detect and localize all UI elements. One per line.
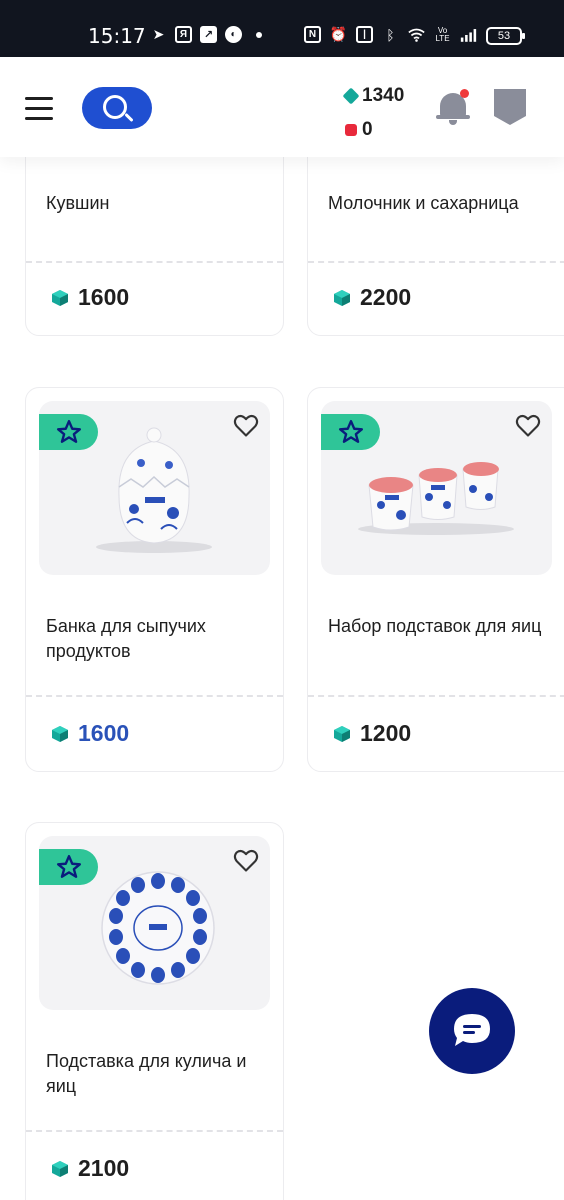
alarm-icon: ⏰ — [329, 26, 348, 42]
product-price: 1600 — [52, 284, 129, 311]
search-button[interactable] — [82, 87, 152, 129]
gem-icon — [342, 87, 360, 105]
card-divider — [308, 695, 564, 697]
arrow-app-icon: ↗ — [200, 26, 217, 43]
bluetooth-icon: ᛒ — [386, 26, 395, 43]
product-image — [39, 401, 270, 575]
hamburger-icon — [25, 97, 53, 100]
gem-icon — [52, 725, 68, 742]
chat-button[interactable] — [429, 988, 515, 1074]
notifications-button[interactable] — [436, 89, 472, 129]
ruby-balance-value: 0 — [362, 119, 373, 140]
signal-icon — [460, 26, 477, 43]
gem-balance-value: 1340 — [362, 85, 405, 106]
nfc-icon: N — [304, 26, 321, 43]
star-icon — [338, 419, 363, 443]
product-title: Банка для сыпучих продуктов — [46, 616, 206, 661]
favorite-heart-icon[interactable] — [232, 846, 260, 874]
wifi-icon — [408, 26, 425, 43]
chat-bubble-icon — [454, 1014, 490, 1046]
profile-shield-icon[interactable] — [494, 89, 526, 125]
card-divider — [26, 261, 283, 263]
status-time: 15:17 — [88, 24, 146, 48]
featured-badge — [39, 414, 98, 450]
favorite-heart-icon[interactable] — [232, 411, 260, 439]
gem-icon — [334, 289, 350, 306]
card-divider — [26, 695, 283, 697]
app-header: 1340 0 — [0, 57, 564, 157]
more-notifications-icon — [256, 31, 262, 38]
balance-widget[interactable]: 1340 0 — [342, 79, 405, 147]
product-price: 2200 — [334, 284, 411, 311]
product-title: Набор подставок для яиц — [328, 616, 542, 636]
product-price: 1200 — [334, 720, 411, 747]
product-title: Кувшин — [46, 193, 110, 213]
volte-icon: Vo LTE — [435, 25, 450, 43]
gem-icon — [52, 289, 68, 306]
favorite-heart-icon[interactable] — [514, 411, 542, 439]
product-price: 2100 — [52, 1155, 129, 1182]
product-title: Подставка для кулича и яиц — [46, 1051, 247, 1096]
card-divider — [308, 261, 564, 263]
product-title: Молочник и сахарница — [328, 193, 519, 213]
product-image — [39, 836, 270, 1010]
vibrate-icon: | — [356, 26, 373, 43]
ruby-icon — [345, 124, 357, 136]
featured-badge — [321, 414, 380, 450]
status-bar: 15:17 ➤ Я ↗ ◐ N ⏰ | ᛒ Vo LTE 53 — [0, 0, 564, 57]
telegram-icon: ➤ — [152, 26, 165, 42]
ball-icon: ◐ — [225, 26, 242, 43]
yandex-icon: Я — [175, 26, 192, 43]
gem-balance: 1340 — [342, 79, 405, 113]
product-card[interactable]: Набор подставок для яиц 1200 — [307, 387, 564, 772]
card-divider — [26, 1130, 283, 1132]
gem-icon — [52, 1160, 68, 1177]
product-card[interactable]: Банка для сыпучих продуктов 1600 — [25, 387, 284, 772]
star-icon — [56, 419, 81, 443]
status-notification-icons: ➤ Я ↗ ◐ — [150, 26, 262, 43]
status-system-icons: N ⏰ | ᛒ Vo LTE — [304, 26, 477, 43]
search-icon — [103, 95, 127, 119]
product-price: 1600 — [52, 720, 129, 747]
product-card[interactable]: Подставка для кулича и яиц 2100 — [25, 822, 284, 1200]
gem-icon — [334, 725, 350, 742]
menu-button[interactable] — [25, 97, 55, 121]
notification-dot — [460, 89, 469, 98]
battery-indicator: 53 — [486, 27, 525, 45]
featured-badge — [39, 849, 98, 885]
product-image — [321, 401, 552, 575]
star-icon — [56, 854, 81, 878]
ruby-balance: 0 — [345, 113, 404, 147]
